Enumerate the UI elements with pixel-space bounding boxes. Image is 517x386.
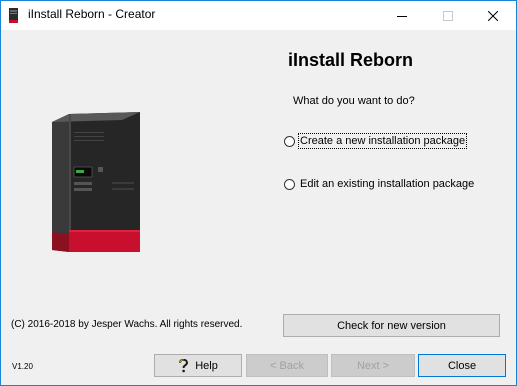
client-area: iInstall Reborn What do you want to do? … <box>1 30 516 385</box>
maximize-icon <box>443 10 453 21</box>
copyright-text: (C) 2016-2018 by Jesper Wachs. All right… <box>11 319 243 330</box>
close-window-button[interactable] <box>470 1 516 30</box>
option-edit-package[interactable]: Edit an existing installation package <box>284 177 475 191</box>
question-mark-icon <box>179 358 189 372</box>
option-create-package[interactable]: Create a new installation package <box>284 133 468 149</box>
app-window: iInstall Reborn - Creator iInstall Rebor… <box>0 0 517 386</box>
maximize-button <box>425 1 471 30</box>
option-create-label[interactable]: Create a new installation package <box>297 133 468 149</box>
app-icon <box>9 8 18 23</box>
version-label: V1.20 <box>12 362 33 371</box>
check-version-button[interactable]: Check for new version <box>283 314 500 337</box>
server-tower-icon <box>52 112 140 252</box>
next-button: Next > <box>331 354 415 377</box>
help-button-label: Help <box>195 359 218 372</box>
radio-create-package[interactable] <box>284 135 295 147</box>
window-title: iInstall Reborn - Creator <box>28 7 156 21</box>
option-edit-label[interactable]: Edit an existing installation package <box>299 177 475 191</box>
close-button[interactable]: Close <box>418 354 506 377</box>
prompt-text: What do you want to do? <box>293 95 415 107</box>
back-button: < Back <box>246 354 328 377</box>
title-bar[interactable]: iInstall Reborn - Creator <box>1 1 516 30</box>
app-heading: iInstall Reborn <box>288 50 414 70</box>
radio-edit-package[interactable] <box>284 178 295 190</box>
help-button[interactable]: Help <box>154 354 242 377</box>
close-icon <box>488 10 498 21</box>
minimize-icon <box>397 15 407 17</box>
minimize-button[interactable] <box>379 1 425 30</box>
